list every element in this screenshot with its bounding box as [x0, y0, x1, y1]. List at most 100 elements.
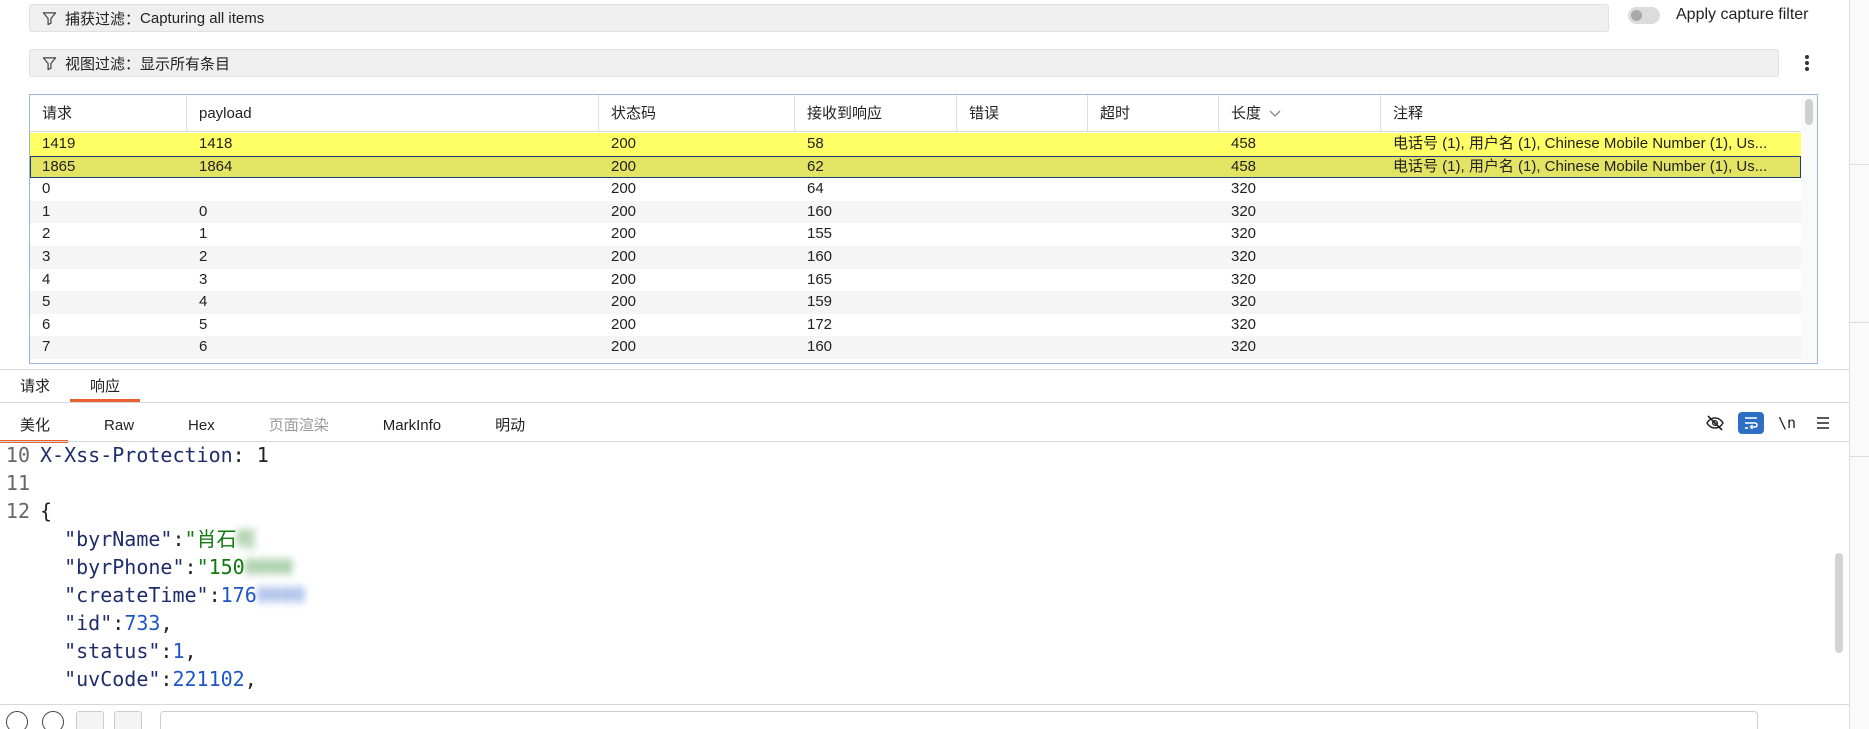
column-header-payload[interactable]: payload	[187, 95, 599, 131]
cell-payload: 1	[199, 225, 208, 243]
table-scrollbar[interactable]	[1801, 95, 1817, 363]
column-header-length-label: 长度	[1231, 105, 1262, 122]
cell-length: 320	[1231, 180, 1257, 198]
editor-scrollbar-thumb[interactable]	[1835, 553, 1843, 653]
cell-payload	[187, 178, 599, 201]
column-header-response-received[interactable]: 接收到响应	[795, 95, 957, 131]
hide-eye-icon[interactable]	[1702, 412, 1728, 434]
tab-hex[interactable]: Hex	[168, 411, 233, 441]
tab-raw[interactable]: Raw	[84, 411, 152, 441]
cell-error	[957, 269, 1088, 292]
cell-status: 200	[611, 225, 637, 243]
table-row[interactable]: 2 1 200 155 320	[30, 223, 1801, 246]
table-row[interactable]: 3 2 200 160 320	[30, 245, 1801, 269]
cell-comment	[1381, 178, 1792, 201]
tab-request[interactable]: 请求	[0, 372, 70, 402]
tab-pretty[interactable]: 美化	[0, 411, 69, 443]
capture-filter-bar[interactable]: 捕获过滤： Capturing all items	[29, 4, 1609, 32]
cell-request: 0	[42, 180, 51, 198]
cell-length: 320	[1231, 247, 1257, 265]
tab-response[interactable]: 响应	[70, 372, 141, 402]
cell-timeout	[1088, 223, 1219, 246]
json-number: 1	[172, 639, 185, 663]
cell-response-received: 64	[807, 180, 824, 198]
side-panel	[1849, 0, 1869, 729]
apply-capture-filter-toggle[interactable]	[1628, 6, 1660, 24]
apply-capture-filter[interactable]: Apply capture filter	[1628, 6, 1809, 24]
json-key: "byrPhone"	[64, 555, 185, 579]
column-header-comment[interactable]: 注释	[1381, 95, 1792, 131]
table-row[interactable]: 1 0 200 160 320	[30, 200, 1801, 224]
cell-response-received: 160	[807, 202, 833, 220]
more-options-icon[interactable]	[1800, 52, 1814, 74]
settings-gear-icon[interactable]	[42, 711, 64, 729]
cell-timeout	[1088, 291, 1219, 314]
cell-request: 7	[42, 338, 51, 356]
cell-response-received: 172	[807, 315, 833, 333]
table-row[interactable]: 1865 1864 200 62 458 电话号 (1), 用户名 (1), Chines…	[30, 155, 1801, 179]
cell-comment	[1381, 314, 1792, 337]
previous-button[interactable]	[76, 711, 104, 729]
column-header-error[interactable]: 错误	[957, 95, 1088, 131]
editor-line: "uvCode":221102,	[64, 667, 257, 691]
column-header-status[interactable]: 状态码	[599, 95, 795, 131]
cell-request: 5	[42, 293, 51, 311]
table-row[interactable]: 4 3 200 165 320	[30, 269, 1801, 292]
cell-payload: 6	[199, 338, 208, 356]
newline-toggle-icon[interactable]: \n	[1774, 412, 1800, 434]
cell-response-received: 165	[807, 270, 833, 288]
json-string: "肖石	[184, 527, 237, 551]
line-number: 11	[5, 471, 30, 495]
filter-icon	[42, 11, 57, 25]
cell-status: 200	[611, 135, 637, 152]
cell-timeout	[1088, 246, 1219, 269]
cell-request: 1	[42, 202, 51, 220]
search-input[interactable]	[160, 711, 1758, 729]
json-key: "status"	[64, 639, 161, 663]
cell-length: 320	[1231, 202, 1257, 220]
message-tabs: 请求 响应	[0, 372, 141, 402]
cell-error	[957, 314, 1088, 337]
editor-line: "id":733,	[64, 611, 173, 635]
table-row[interactable]: 6 5 200 172 320	[30, 314, 1801, 337]
cell-length: 320	[1231, 338, 1257, 356]
word-wrap-icon[interactable]	[1738, 412, 1764, 434]
view-filter-bar[interactable]: 视图过滤： 显示所有条目	[29, 49, 1779, 77]
cell-payload: 1418	[199, 135, 233, 152]
cell-payload: 0	[199, 202, 208, 220]
cell-length: 320	[1231, 293, 1257, 311]
cell-error	[957, 336, 1088, 359]
cell-response-received: 155	[807, 225, 833, 243]
column-header-timeout[interactable]: 超时	[1088, 95, 1219, 131]
cell-timeout	[1088, 178, 1219, 201]
table-row[interactable]: 5 4 200 159 320	[30, 291, 1801, 314]
header-value: 1	[256, 443, 269, 467]
cell-timeout	[1088, 201, 1219, 224]
cell-response-received: 58	[807, 135, 824, 152]
redacted-value: 0000	[256, 583, 305, 607]
column-header-request[interactable]: 请求	[30, 95, 187, 131]
cell-payload: 4	[199, 293, 208, 311]
column-header-length[interactable]: 长度	[1219, 95, 1381, 131]
cell-comment	[1381, 336, 1792, 359]
response-editor[interactable]: 10 X-Xss-Protection: 1 11 12{ "byrName":"…	[0, 441, 1845, 703]
tab-markinfo[interactable]: MarkInfo	[363, 411, 459, 441]
tab-render[interactable]: 页面渲染	[249, 411, 347, 441]
tab-explain[interactable]: 明动	[475, 411, 543, 441]
cell-status: 200	[611, 180, 637, 198]
table-scrollbar-thumb[interactable]	[1805, 99, 1813, 125]
next-button[interactable]	[114, 711, 142, 729]
cell-response-received: 62	[807, 157, 824, 175]
results-table: 请求 payload 状态码 接收到响应 错误 超时 长度 注释 1419 141…	[29, 94, 1818, 364]
bottom-toolbar	[0, 704, 1849, 729]
cell-request: 2	[42, 225, 51, 243]
json-string: "150	[196, 555, 245, 579]
cell-comment: 电话号 (1), 用户名 (1), Chinese Mobile Number …	[1393, 135, 1768, 152]
cell-status: 200	[611, 338, 637, 356]
help-icon[interactable]	[6, 711, 28, 729]
table-row[interactable]: 1419 1418 200 58 458 电话号 (1), 用户名 (1), Chines…	[30, 133, 1801, 156]
table-row[interactable]: 7 6 200 160 320	[30, 336, 1801, 359]
cell-error	[957, 246, 1088, 269]
menu-icon[interactable]	[1810, 412, 1836, 434]
table-row[interactable]: 0 200 64 320	[30, 178, 1801, 201]
